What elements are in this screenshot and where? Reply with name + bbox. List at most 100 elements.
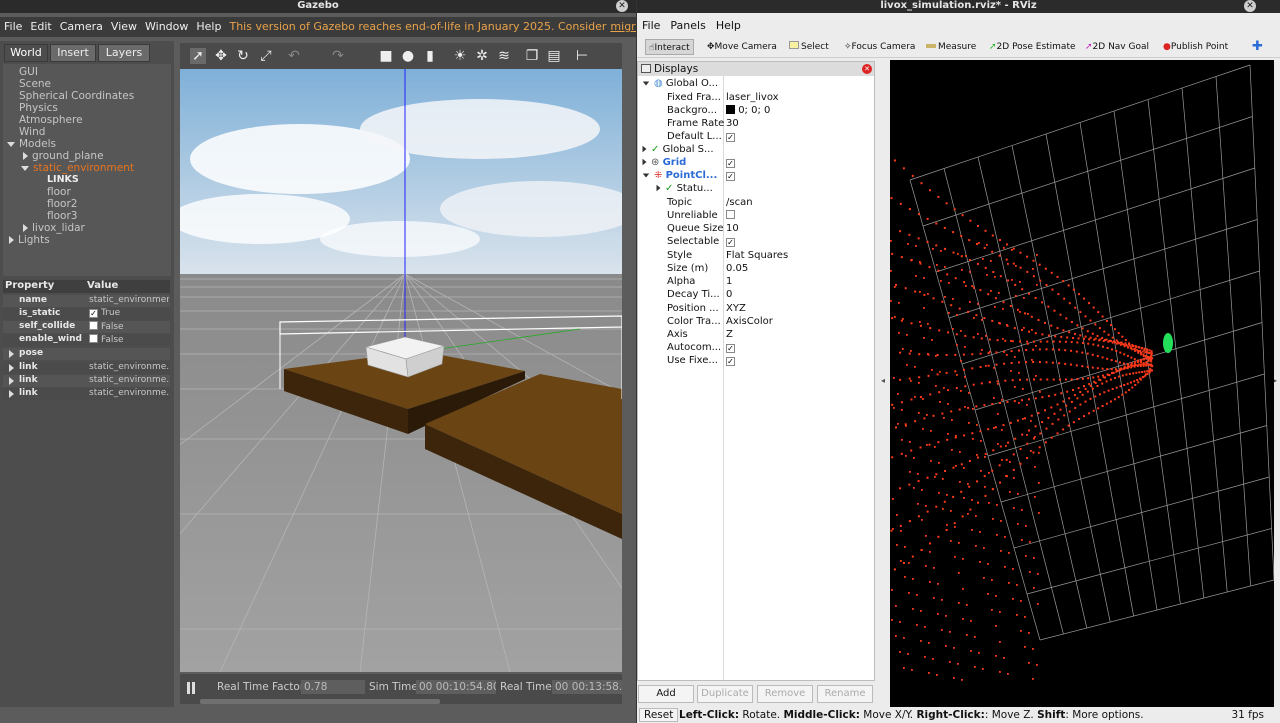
expand-right-icon[interactable] [23, 152, 28, 160]
undo-icon[interactable]: ↶ [286, 48, 302, 64]
menu-help[interactable]: Help [192, 17, 225, 37]
tree-item-static-environment[interactable]: static_environment [21, 162, 134, 174]
cylinder-shape-icon[interactable]: ▮ [422, 48, 438, 64]
expand-right-icon[interactable] [23, 224, 28, 232]
expand-down-icon[interactable] [642, 173, 650, 177]
pointcloud-checkbox[interactable]: ✓ [726, 170, 735, 182]
collapse-left-icon[interactable]: ◂ [881, 376, 885, 385]
grid-checkbox[interactable]: ✓ [726, 157, 735, 169]
checkbox-icon[interactable] [89, 321, 98, 330]
copy-icon[interactable]: ❐ [524, 48, 540, 64]
autocompute-checkbox[interactable]: ✓ [726, 342, 735, 354]
expand-right-icon[interactable] [9, 377, 14, 385]
tree-item-physics[interactable]: Physics [19, 102, 58, 114]
prop-row[interactable]: enable_wind False [3, 334, 170, 346]
tree-item-floor3[interactable]: floor3 [47, 210, 77, 222]
expand-right-icon[interactable] [642, 158, 647, 166]
frame-rate-value[interactable]: 30 [726, 118, 739, 130]
paste-icon[interactable]: ▤ [546, 48, 562, 64]
queue-value[interactable]: 10 [726, 223, 739, 235]
checkbox-checked-icon[interactable]: ✓ [89, 309, 98, 318]
add-display-button[interactable]: Add [638, 685, 694, 703]
gazebo-close-icon[interactable]: ✕ [616, 0, 628, 12]
checkbox-checked-icon[interactable]: ✓ [726, 357, 735, 366]
rviz-menu-panels[interactable]: Panels [665, 17, 710, 35]
size-value[interactable]: 0.05 [726, 263, 748, 275]
expand-down-icon[interactable] [7, 141, 15, 147]
tool-select[interactable]: Select [789, 39, 829, 55]
tree-item-livox[interactable]: livox_lidar [23, 222, 85, 234]
tab-world[interactable]: World [4, 44, 48, 62]
translate-mode-icon[interactable]: ✥ [213, 48, 229, 64]
expand-down-icon[interactable] [21, 165, 29, 171]
checkbox-checked-icon[interactable]: ✓ [726, 238, 735, 247]
checkbox-checked-icon[interactable]: ✓ [726, 133, 735, 142]
use-fixed-checkbox[interactable]: ✓ [726, 355, 735, 367]
fixed-frame-value[interactable]: laser_livox [726, 92, 779, 104]
prop-row[interactable]: pose [3, 348, 170, 360]
tool-2d-nav-goal[interactable]: ➚2D Nav Goal [1085, 39, 1149, 55]
tree-item-gui[interactable]: GUI [19, 66, 38, 78]
prop-row[interactable]: is_static ✓ True [3, 308, 170, 320]
checkbox-icon[interactable] [726, 210, 735, 219]
reset-button[interactable]: Reset [639, 708, 679, 722]
prop-row[interactable]: name static_environment [3, 295, 170, 307]
status-row[interactable]: ✓ Statu... [656, 183, 713, 195]
menu-file[interactable]: File [0, 17, 26, 37]
pointcloud-row[interactable]: ⁜ PointCl... [642, 170, 717, 182]
expand-down-icon[interactable] [642, 81, 650, 85]
spot-light-icon[interactable]: ✲ [474, 48, 490, 64]
global-status-row[interactable]: ✓ Global S... [642, 144, 714, 156]
tree-item-wind[interactable]: Wind [19, 126, 45, 138]
tool-measure[interactable]: Measure [926, 39, 976, 55]
tree-item-spherical[interactable]: Spherical Coordinates [19, 90, 134, 102]
rotate-mode-icon[interactable]: ↻ [235, 48, 251, 64]
expand-right-icon[interactable] [9, 236, 14, 244]
prop-row[interactable]: link static_environme... [3, 388, 170, 400]
grid-row[interactable]: ⊛ Grid [642, 157, 686, 169]
tool-publish-point[interactable]: ●Publish Point [1163, 39, 1228, 55]
eol-link[interactable]: migrating to the n [610, 20, 636, 33]
remove-button[interactable]: Remove [757, 685, 813, 703]
expand-right-icon[interactable] [9, 364, 14, 372]
tab-layers[interactable]: Layers [98, 44, 150, 62]
rename-button[interactable]: Rename [817, 685, 873, 703]
tool-2d-pose-estimate[interactable]: ➚2D Pose Estimate [989, 39, 1076, 55]
horizontal-scrollbar[interactable] [200, 699, 440, 704]
close-panel-icon[interactable]: ✕ [862, 64, 872, 74]
tree-item-ground-plane[interactable]: ground_plane [23, 150, 104, 162]
decay-value[interactable]: 0 [726, 289, 732, 301]
background-value-row[interactable]: 0; 0; 0 [726, 105, 770, 117]
style-value[interactable]: Flat Squares [726, 250, 788, 262]
tree-item-floor2[interactable]: floor2 [47, 198, 77, 210]
directional-light-icon[interactable]: ≋ [496, 48, 512, 64]
gazebo-3d-viewport[interactable] [180, 69, 622, 672]
expand-right-icon[interactable] [9, 350, 14, 358]
sphere-shape-icon[interactable]: ● [400, 48, 416, 64]
align-icon[interactable]: ⊢ [574, 48, 590, 64]
expand-right-icon[interactable] [642, 145, 647, 153]
duplicate-button[interactable]: Duplicate [697, 685, 753, 703]
color-transformer-value[interactable]: AxisColor [726, 316, 773, 328]
menu-camera[interactable]: Camera [56, 17, 107, 37]
default-light-checkbox[interactable]: ✓ [726, 131, 735, 143]
rviz-close-icon[interactable]: ✕ [1244, 0, 1256, 12]
rviz-menu-file[interactable]: File [637, 17, 665, 35]
redo-icon[interactable]: ↷ [330, 48, 346, 64]
unreliable-checkbox[interactable] [726, 210, 735, 222]
tool-move-camera[interactable]: ✥Move Camera [707, 39, 777, 55]
tree-item-scene[interactable]: Scene [19, 78, 51, 90]
axis-value[interactable]: Z [726, 329, 733, 341]
tool-interact[interactable]: ☝Interact [645, 39, 694, 55]
global-options-row[interactable]: ◍ Global O... [642, 78, 718, 90]
tree-item-models[interactable]: Models [7, 138, 56, 150]
scale-mode-icon[interactable]: ⤢ [258, 48, 274, 64]
prop-row[interactable]: link static_environme... [3, 362, 170, 374]
rviz-menu-help[interactable]: Help [711, 17, 746, 35]
tree-item-floor[interactable]: floor [47, 186, 71, 198]
topic-value[interactable]: /scan [726, 197, 753, 209]
tree-item-links[interactable]: LINKS [47, 174, 79, 186]
menu-edit[interactable]: Edit [26, 17, 55, 37]
expand-right-icon[interactable] [9, 390, 14, 398]
expand-right-icon[interactable] [656, 184, 661, 192]
